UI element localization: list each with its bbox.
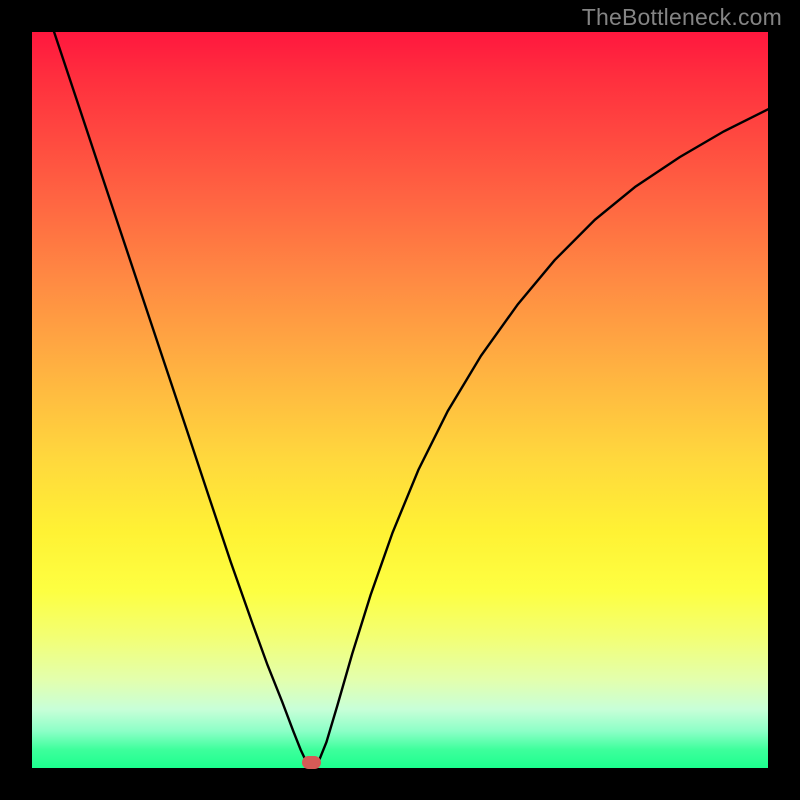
min-point-marker [302,756,321,769]
bottleneck-curve [32,32,768,768]
plot-area [32,32,768,768]
chart-frame: TheBottleneck.com [0,0,800,800]
curve-path [54,32,768,768]
watermark-text: TheBottleneck.com [582,4,782,31]
